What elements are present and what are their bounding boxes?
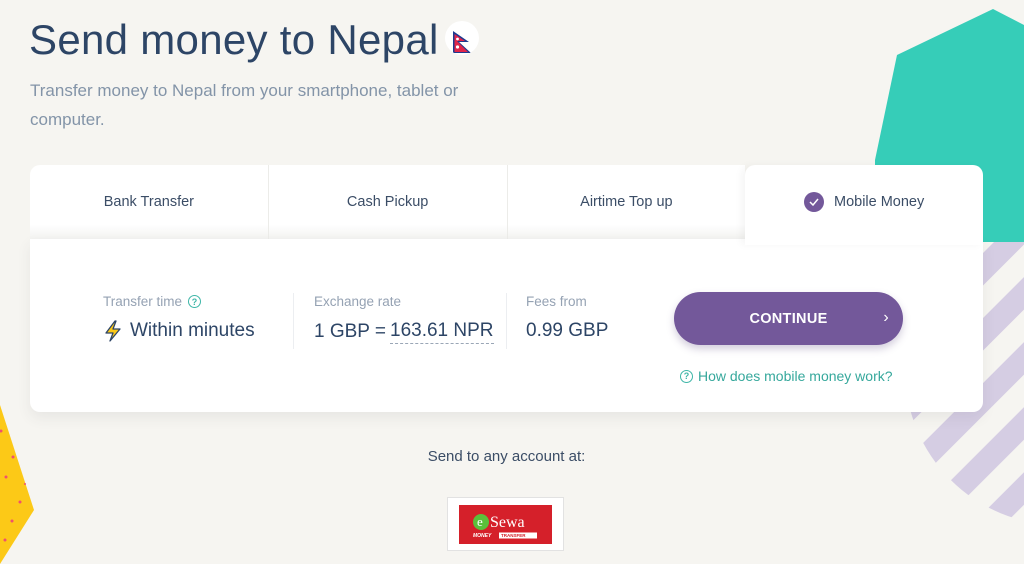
divider	[506, 293, 507, 349]
tab-label: Airtime Top up	[580, 194, 673, 210]
svg-text:e: e	[477, 514, 483, 529]
continue-button[interactable]: CONTINUE ›	[674, 292, 903, 345]
tab-airtime-top-up[interactable]: Airtime Top up	[507, 165, 746, 239]
tab-mobile-money[interactable]: Mobile Money	[745, 165, 983, 245]
continue-label: CONTINUE	[749, 310, 828, 327]
partners-heading: Send to any account at:	[427, 448, 586, 465]
tab-label: Mobile Money	[833, 194, 925, 210]
fees-value: 0.99 GBP	[526, 320, 609, 341]
tab-bank-transfer[interactable]: Bank Transfer	[30, 165, 269, 239]
transfer-time-value: Within minutes	[130, 320, 255, 341]
exchange-rate-label: Exchange rate	[314, 294, 402, 309]
page-subtitle: Transfer money to Nepal from your smartp…	[30, 81, 459, 129]
esewa-partner-logo: e Sewa MONEY TRANSFER	[447, 497, 564, 551]
svg-text:TRANSFER: TRANSFER	[501, 533, 526, 538]
question-circle-icon: ?	[680, 369, 693, 383]
page-title: Send money to Nepal	[29, 16, 479, 64]
check-circle-icon	[803, 192, 824, 212]
lightning-icon	[103, 320, 123, 342]
tab-cash-pickup[interactable]: Cash Pickup	[268, 165, 508, 239]
tab-label: Bank Transfer	[103, 194, 194, 210]
transfer-method-tabs: Bank Transfer Cash Pickup Airtime Top up…	[30, 165, 983, 245]
divider	[293, 293, 294, 349]
question-circle-icon[interactable]: ?	[188, 295, 202, 308]
nepal-flag-icon	[444, 21, 479, 55]
svg-text:Sewa: Sewa	[490, 514, 525, 531]
exchange-rate-section: Exchange rate 1 GBP = 163.61 NPR	[314, 294, 494, 344]
chevron-right-icon: ›	[883, 309, 889, 326]
how-mobile-money-works-link[interactable]: ? How does mobile money work?	[680, 368, 893, 384]
transfer-time-section: Transfer time ? Within minutes	[103, 294, 255, 342]
transfer-card: Bank Transfer Cash Pickup Airtime Top up…	[30, 165, 983, 412]
exchange-rate-prefix: 1 GBP =	[314, 321, 387, 342]
fees-section: Fees from 0.99 GBP	[526, 294, 608, 342]
tab-label: Cash Pickup	[346, 194, 429, 210]
help-link-text: How does mobile money work?	[698, 368, 893, 384]
page-title-text: Send money to Nepal	[29, 16, 439, 63]
svg-text:MONEY: MONEY	[473, 533, 492, 539]
exchange-rate-value[interactable]: 163.61 NPR	[390, 320, 494, 344]
esewa-logo: e Sewa MONEY TRANSFER	[459, 504, 552, 544]
transfer-details-panel: Transfer time ? Within minutes Exchange …	[30, 239, 983, 412]
transfer-time-label: Transfer time	[103, 294, 183, 309]
fees-label: Fees from	[526, 294, 587, 309]
